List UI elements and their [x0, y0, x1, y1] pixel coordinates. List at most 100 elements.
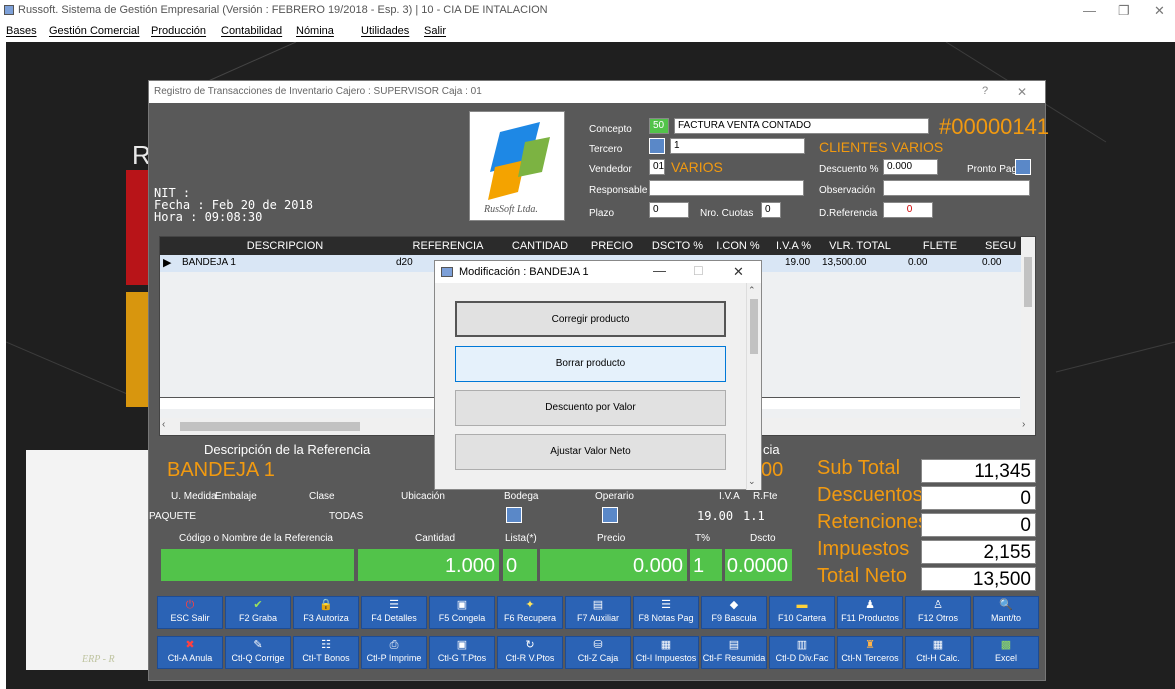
operario-search-icon[interactable]	[602, 507, 618, 523]
excel-button[interactable]: ▩ Excel	[973, 636, 1039, 669]
fkey-row-2: ✖ Ctl-A Anula ✎ Ctl-Q Corrige ☷ Ctl-T Bonos…	[157, 636, 1042, 673]
detail-heading-right: cia	[763, 442, 780, 457]
vertical-scroll-thumb[interactable]	[1024, 257, 1032, 307]
cantidad-input[interactable]: 1.000	[358, 549, 499, 581]
col-cantidad[interactable]: CANTIDAD	[506, 240, 574, 252]
f6-recupera-button[interactable]: ✦ F6 Recupera	[497, 596, 563, 629]
help-icon[interactable]: ?	[982, 85, 988, 97]
ctl-r-vptos-button[interactable]: ↻ Ctl-R V.Ptos	[497, 636, 563, 669]
chevron-down-icon[interactable]: ⌄	[915, 118, 924, 131]
col-precio[interactable]: PRECIO	[577, 240, 647, 252]
bodega-search-icon[interactable]	[506, 507, 522, 523]
f4-detalles-button[interactable]: ☰ F4 Detalles	[361, 596, 427, 629]
col-seguro[interactable]: SEGU	[979, 240, 1021, 252]
ctl-a-anula-button[interactable]: ✖ Ctl-A Anula	[157, 636, 223, 669]
dialog-minimize-icon[interactable]: —	[653, 263, 666, 278]
f8-notas-pag-button[interactable]: ☰ F8 Notas Pag	[633, 596, 699, 629]
t-input[interactable]: 1	[690, 549, 722, 581]
corregir-producto-button[interactable]: Corregir producto	[455, 301, 726, 337]
menu-produccion[interactable]: Producción	[151, 25, 206, 37]
menu-gestion-comercial[interactable]: Gestión Comercial	[49, 25, 139, 37]
f7-auxiliar-button[interactable]: ▤ F7 Auxiliar	[565, 596, 631, 629]
col-referencia[interactable]: REFERENCIA	[393, 240, 503, 252]
close-icon[interactable]: ✕	[1154, 3, 1165, 19]
borrar-producto-button[interactable]: Borrar producto	[455, 346, 726, 382]
col-flete[interactable]: FLETE	[904, 240, 976, 252]
scroll-up-icon[interactable]: ⌃	[748, 285, 756, 296]
ajustar-valor-neto-button[interactable]: Ajustar Valor Neto	[455, 434, 726, 470]
precio-label: Precio	[597, 533, 626, 544]
cuotas-field[interactable]: 0	[761, 202, 781, 218]
clase-label: Clase	[309, 491, 335, 502]
descuentos-label: Descuentos	[817, 484, 923, 506]
tercero-field[interactable]: 1	[670, 138, 805, 154]
dref-field[interactable]: 0	[883, 202, 933, 218]
dialog-scroll-thumb[interactable]	[750, 299, 758, 354]
ctl-h-calc-button[interactable]: ▦ Ctl-H Calc.	[905, 636, 971, 669]
plazo-field[interactable]: 0	[649, 202, 689, 218]
mantto-button[interactable]: 🔍 Mant/to	[973, 596, 1039, 629]
minimize-icon[interactable]: —	[1083, 3, 1096, 18]
dialog-maximize-icon: ☐	[693, 264, 704, 278]
clase-value: TODAS	[329, 511, 364, 522]
pronto-pago-icon[interactable]	[1015, 159, 1031, 175]
descuento-valor-button[interactable]: Descuento por Valor	[455, 390, 726, 426]
menu-contabilidad[interactable]: Contabilidad	[221, 25, 282, 37]
scroll-left-icon[interactable]: ‹	[162, 419, 165, 430]
scroll-down-icon[interactable]: ⌄	[748, 476, 756, 487]
menu-utilidades[interactable]: Utilidades	[361, 25, 409, 37]
ctl-f-resumida-button[interactable]: ▤ Ctl-F Resumida	[701, 636, 767, 669]
dscto-input[interactable]: 0.0000	[725, 549, 792, 581]
cell-flete: 0.00	[908, 257, 928, 268]
precio-input[interactable]: 0.000	[540, 549, 687, 581]
tercero-label: Tercero	[589, 144, 623, 155]
col-descripcion[interactable]: DESCRIPCION	[180, 240, 390, 252]
responsable-field[interactable]	[649, 180, 804, 196]
concepto-select[interactable]: FACTURA VENTA CONTADO	[674, 118, 929, 134]
codigo-input[interactable]	[161, 549, 354, 581]
ctl-q-corrige-button[interactable]: ✎ Ctl-Q Corrige	[225, 636, 291, 669]
ctl-p-imprime-button[interactable]: ⎙ Ctl-P Imprime	[361, 636, 427, 669]
f11-productos-button[interactable]: ♟ F11 Productos	[837, 596, 903, 629]
plazo-label: Plazo	[589, 208, 615, 219]
lista-input[interactable]: 0	[503, 549, 537, 581]
descuento-label: Descuento %	[819, 164, 879, 175]
ctl-z-caja-button[interactable]: ⛁ Ctl-Z Caja	[565, 636, 631, 669]
vendedor-code[interactable]: 01	[649, 159, 665, 175]
hora-label: Hora : 09:08:30	[154, 210, 263, 224]
dref-label: D.Referencia	[819, 208, 878, 219]
col-icon[interactable]: I.CON %	[708, 240, 768, 252]
ctl-d-divfac-button[interactable]: ▥ Ctl-D Div.Fac	[769, 636, 835, 669]
ctl-g-tptos-button[interactable]: ▣ Ctl-G T.Ptos	[429, 636, 495, 669]
col-vlr-total[interactable]: VLR. TOTAL	[819, 240, 901, 252]
f10-cartera-button[interactable]: ▬ F10 Cartera	[769, 596, 835, 629]
esc-salir-button[interactable]: ⏻ ESC Salir	[157, 596, 223, 629]
cell-seguro: 0.00	[982, 257, 1002, 268]
window-close-icon[interactable]: ✕	[1017, 85, 1027, 99]
scroll-right-icon[interactable]: ›	[1022, 419, 1025, 430]
search-icon[interactable]	[649, 138, 665, 154]
descuento-field[interactable]: 0.000	[883, 159, 938, 175]
f3-autoriza-button[interactable]: 🔒 F3 Autoriza	[293, 596, 359, 629]
observacion-field[interactable]	[883, 180, 1030, 196]
dialog-close-icon[interactable]: ✕	[733, 264, 744, 280]
cell-referencia: d20	[396, 257, 413, 268]
horizontal-scroll-thumb[interactable]	[180, 422, 360, 431]
f5-congela-button[interactable]: ▣ F5 Congela	[429, 596, 495, 629]
f2-graba-button[interactable]: ✔ F2 Graba	[225, 596, 291, 629]
col-iva[interactable]: I.V.A %	[771, 240, 816, 252]
grid-vertical-scrollbar[interactable]	[1021, 237, 1035, 418]
restore-icon[interactable]: ❐	[1118, 3, 1130, 19]
menu-salir[interactable]: Salir	[424, 25, 446, 37]
f12-otros-button[interactable]: ♙ F12 Otros	[905, 596, 971, 629]
ctl-t-bonos-button[interactable]: ☷ Ctl-T Bonos	[293, 636, 359, 669]
menu-nomina[interactable]: Nómina	[296, 25, 334, 37]
menu-bases[interactable]: Bases	[6, 25, 37, 37]
dialog-scrollbar[interactable]: ⌃ ⌄	[746, 283, 761, 490]
descuentos-value: 0	[921, 486, 1036, 510]
ctl-n-terceros-button[interactable]: ♜ Ctl-N Terceros	[837, 636, 903, 669]
col-dscto[interactable]: DSCTO %	[650, 240, 705, 252]
concepto-code[interactable]: 50	[649, 118, 669, 134]
ctl-i-impuestos-button[interactable]: ▦ Ctl-I Impuestos	[633, 636, 699, 669]
f9-bascula-button[interactable]: ◆ F9 Bascula	[701, 596, 767, 629]
